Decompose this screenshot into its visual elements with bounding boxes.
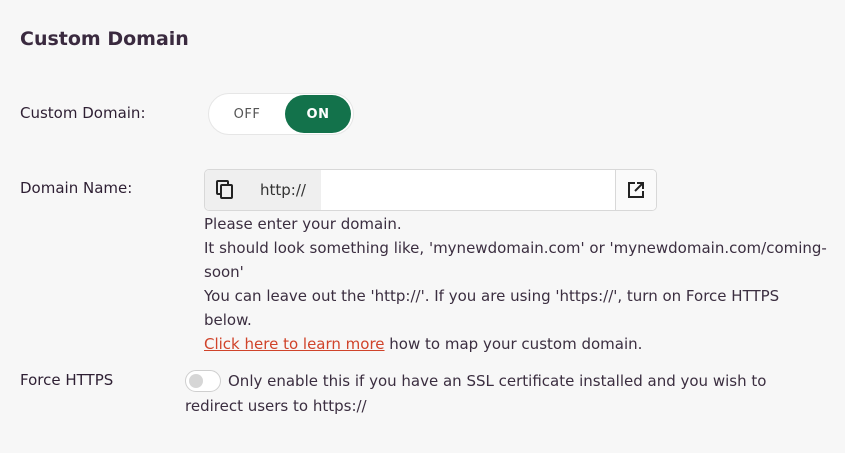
domain-input[interactable] bbox=[321, 170, 615, 210]
switch-knob bbox=[189, 374, 203, 388]
domain-input-group: http:// bbox=[204, 169, 657, 211]
custom-domain-toggle[interactable]: OFF ON bbox=[208, 93, 354, 135]
toggle-on-option[interactable]: ON bbox=[285, 95, 351, 133]
domain-name-label: Domain Name: bbox=[20, 179, 133, 197]
help-line-1: Please enter your domain. bbox=[204, 215, 402, 233]
section-title: Custom Domain bbox=[20, 28, 189, 50]
copy-icon bbox=[216, 180, 233, 199]
learn-more-link[interactable]: Click here to learn more bbox=[204, 335, 385, 353]
domain-help-text: Please enter your domain. It should look… bbox=[204, 212, 829, 356]
custom-domain-label: Custom Domain: bbox=[20, 104, 146, 122]
force-https-note: Only enable this if you have an SSL cert… bbox=[185, 372, 767, 415]
external-link-icon bbox=[628, 182, 644, 198]
help-line-3: You can leave out the 'http://'. If you … bbox=[204, 287, 780, 329]
toggle-off-option[interactable]: OFF bbox=[209, 94, 285, 134]
learn-more-suffix: how to map your custom domain. bbox=[384, 335, 643, 353]
open-domain-button[interactable] bbox=[615, 170, 656, 210]
help-line-4: Click here to learn more how to map your… bbox=[204, 332, 829, 356]
force-https-switch[interactable] bbox=[185, 370, 221, 392]
force-https-label: Force HTTPS bbox=[20, 371, 114, 389]
copy-button[interactable] bbox=[205, 170, 245, 210]
help-line-2: It should look something like, 'mynewdom… bbox=[204, 239, 827, 281]
url-prefix: http:// bbox=[245, 170, 321, 210]
